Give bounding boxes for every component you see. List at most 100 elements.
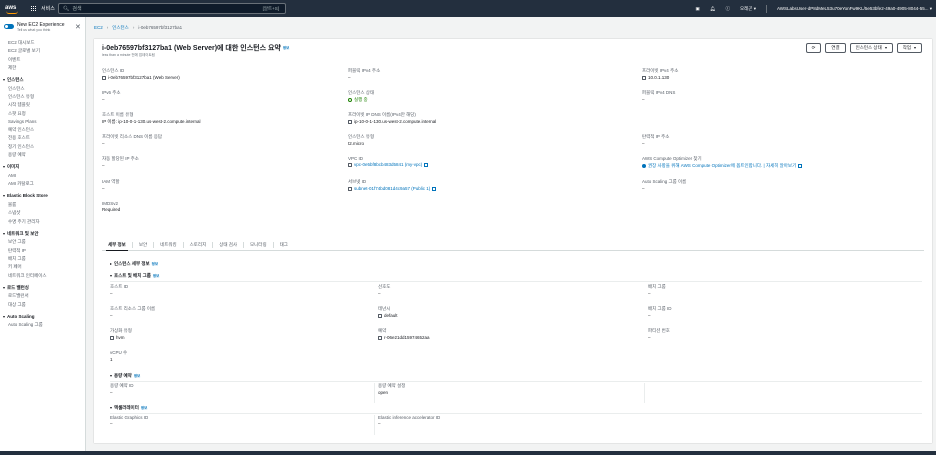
sidebar-item-lifecycle[interactable]: 수명 주기 관리자	[0, 218, 85, 226]
bell-icon[interactable]: 🔔︎	[710, 6, 716, 12]
refresh-button[interactable]: ⟳	[805, 43, 822, 53]
tab-monitoring[interactable]: 모니터링	[244, 241, 274, 248]
region-selector[interactable]: 오레곤 ▾	[740, 6, 756, 12]
tab-details[interactable]: 세부 정보	[102, 241, 133, 251]
sidebar-item-ami-catalog[interactable]: AMI 카탈로그	[0, 180, 85, 188]
field-label: 인스턴스 상태	[348, 90, 375, 95]
sidebar-item-security-groups[interactable]: 보안 그룹	[0, 238, 85, 246]
actions-button[interactable]: 작업	[896, 43, 922, 53]
sidebar-item-spot-requests[interactable]: 스팟 요청	[0, 110, 85, 118]
copy-icon[interactable]	[102, 75, 106, 80]
field-virtualization: 가상화 유형 hvm	[110, 328, 132, 340]
sidebar-item-capacity[interactable]: 용량 예약	[0, 151, 85, 159]
copy-icon[interactable]	[642, 75, 646, 80]
search-input[interactable]: 🔍︎ 검색 [알트+S]	[58, 3, 286, 14]
copy-icon[interactable]	[348, 119, 352, 124]
sidebar-group-auto-scaling[interactable]: Auto Scaling	[0, 313, 85, 322]
sidebar-item-instances[interactable]: 인스턴스	[0, 85, 85, 93]
sidebar-item-placement-groups[interactable]: 배치 그룹	[0, 255, 85, 263]
sidebar-item-elastic-ip[interactable]: 탄력적 IP	[0, 247, 85, 255]
sidebar-item-instance-types[interactable]: 인스턴스 유형	[0, 93, 85, 101]
section-instance-details[interactable]: 인스턴스 세부 정보 정보	[110, 261, 158, 267]
toggle-switch[interactable]	[4, 24, 14, 29]
chevron-down-icon	[884, 46, 887, 49]
sidebar-group-images[interactable]: 이미지	[0, 163, 85, 172]
subnet-link[interactable]: subnet-01f74bd081d4c9a57 (Public 1)	[354, 186, 430, 191]
external-link-icon[interactable]	[424, 162, 429, 167]
sidebar-item-dashboard[interactable]: EC2 대시보드	[0, 39, 85, 47]
bottom-bar	[0, 451, 936, 455]
sidebar-item-load-balancers[interactable]: 로드밸런서	[0, 292, 85, 300]
account-menu[interactable]: AWSLabsUser-dP8dMeL53u70eYonFw9KL/5e53bf…	[777, 6, 932, 12]
sidebar-group-network[interactable]: 네트워크 및 보안	[0, 230, 85, 239]
optimizer-link[interactable]: 권장 사항을 위해 AWS Compute Optimizer에 옵트인합니다.…	[648, 163, 796, 168]
cloudshell-icon[interactable]: ▣	[696, 6, 700, 12]
external-link-icon[interactable]	[432, 186, 437, 191]
external-link-icon[interactable]	[798, 163, 803, 168]
field-compute-optimizer: AWS Compute Optimizer 찾기 권장 사항을 위해 AWS C…	[642, 156, 803, 169]
breadcrumb-instances[interactable]: 인스턴스	[112, 25, 129, 31]
group-title: 이미지	[7, 164, 20, 170]
sidebar-item-savings-plans[interactable]: Savings Plans	[0, 118, 85, 126]
copy-icon[interactable]	[348, 186, 352, 191]
field-private-ip-dns: 프라이빗 IP DNS 이름(IPv4만 해당) ip-10-0-1-130.u…	[348, 112, 436, 124]
sidebar-item-asg[interactable]: Auto Scaling 그룹	[0, 321, 85, 329]
sidebar-item-volumes[interactable]: 볼륨	[0, 201, 85, 209]
info-link[interactable]: 정보	[141, 406, 147, 411]
section-capacity-reservation[interactable]: 용량 예약 정보	[110, 373, 140, 379]
section-accelerators[interactable]: 액셀러레이터 정보	[110, 405, 147, 411]
field-auto-ip: 자동 할당된 IP 주소 –	[102, 156, 139, 168]
connect-button[interactable]: 연결	[825, 43, 846, 53]
services-menu-button[interactable]: 서비스	[31, 5, 55, 12]
tab-security[interactable]: 보안	[133, 241, 155, 248]
info-link[interactable]: 정보	[283, 46, 289, 50]
info-link[interactable]: 정보	[153, 274, 159, 279]
tab-tags[interactable]: 태그	[274, 242, 294, 248]
sidebar-item-network-interfaces[interactable]: 네트워크 인터페이스	[0, 272, 85, 280]
info-link[interactable]: 정보	[134, 374, 140, 379]
sidebar-item-scheduled[interactable]: 정기 인스턴스	[0, 143, 85, 151]
sidebar-group-ebs[interactable]: Elastic Block Store	[0, 192, 85, 201]
field-label: AWS Compute Optimizer 찾기	[642, 156, 702, 161]
field-value: r-06e21dd15974652aa	[384, 335, 430, 340]
tab-networking[interactable]: 네트워킹	[154, 241, 184, 248]
field-value: –	[648, 313, 651, 318]
help-icon[interactable]: ⓘ	[726, 6, 731, 12]
sidebar-group-load-balancing[interactable]: 로드 밸런싱	[0, 284, 85, 293]
field-label: 테넌시	[378, 306, 391, 311]
experience-subtitle[interactable]: Tell us what you think	[17, 28, 65, 33]
sidebar-group-instances[interactable]: 인스턴스	[0, 76, 85, 85]
field-public-ipv4-dns: 퍼블릭 IPv4 DNS –	[642, 90, 675, 102]
sidebar-item-global-view[interactable]: EC2 글로벌 보기	[0, 47, 85, 55]
copy-icon[interactable]	[378, 313, 382, 318]
field-label: 예약	[378, 328, 387, 333]
info-link[interactable]: 정보	[152, 262, 158, 267]
instance-state-label: 인스턴스 상태	[855, 45, 882, 50]
sidebar-item-target-groups[interactable]: 대상 그룹	[0, 301, 85, 309]
close-icon[interactable]: ✕	[75, 23, 81, 31]
sidebar-item-snapshots[interactable]: 스냅샷	[0, 209, 85, 217]
sidebar-item-reserved[interactable]: 예약 인스턴스	[0, 126, 85, 134]
tab-storage[interactable]: 스토리지	[184, 241, 214, 248]
sidebar-item-key-pairs[interactable]: 키 페어	[0, 263, 85, 271]
sidebar-item-dedicated-hosts[interactable]: 전용 호스트	[0, 134, 85, 142]
sidebar-item-limits[interactable]: 제한	[0, 64, 85, 72]
detail-tabs: 세부 정보 보안 네트워킹 스토리지 상태 검사 모니터링 태그	[102, 239, 924, 251]
chevron-down-icon	[914, 46, 916, 49]
section-host-placement[interactable]: 호스트 및 배치 그룹 정보	[110, 273, 159, 279]
copy-icon[interactable]	[378, 335, 382, 340]
copy-icon[interactable]	[348, 162, 352, 167]
sidebar-item-events[interactable]: 이벤트	[0, 56, 85, 64]
sidebar-item-ami[interactable]: AMI	[0, 172, 85, 180]
new-experience-toggle[interactable]: New EC2 Experience Tell us what you thin…	[0, 17, 85, 35]
section-title: 액셀러레이터	[114, 405, 139, 410]
breadcrumb-ec2[interactable]: EC2	[94, 25, 103, 31]
tab-status-checks[interactable]: 상태 검사	[213, 241, 245, 248]
caret-down-icon	[110, 275, 112, 277]
vpc-link[interactable]: vpc-0e5bf8bcb483d5841 (my-vpc)	[354, 162, 422, 167]
field-value: –	[110, 421, 113, 426]
instance-state-button[interactable]: 인스턴스 상태	[849, 43, 893, 53]
aws-logo[interactable]: aws	[5, 4, 21, 14]
copy-icon[interactable]	[110, 335, 114, 340]
sidebar-item-launch-templates[interactable]: 시작 템플릿	[0, 101, 85, 109]
